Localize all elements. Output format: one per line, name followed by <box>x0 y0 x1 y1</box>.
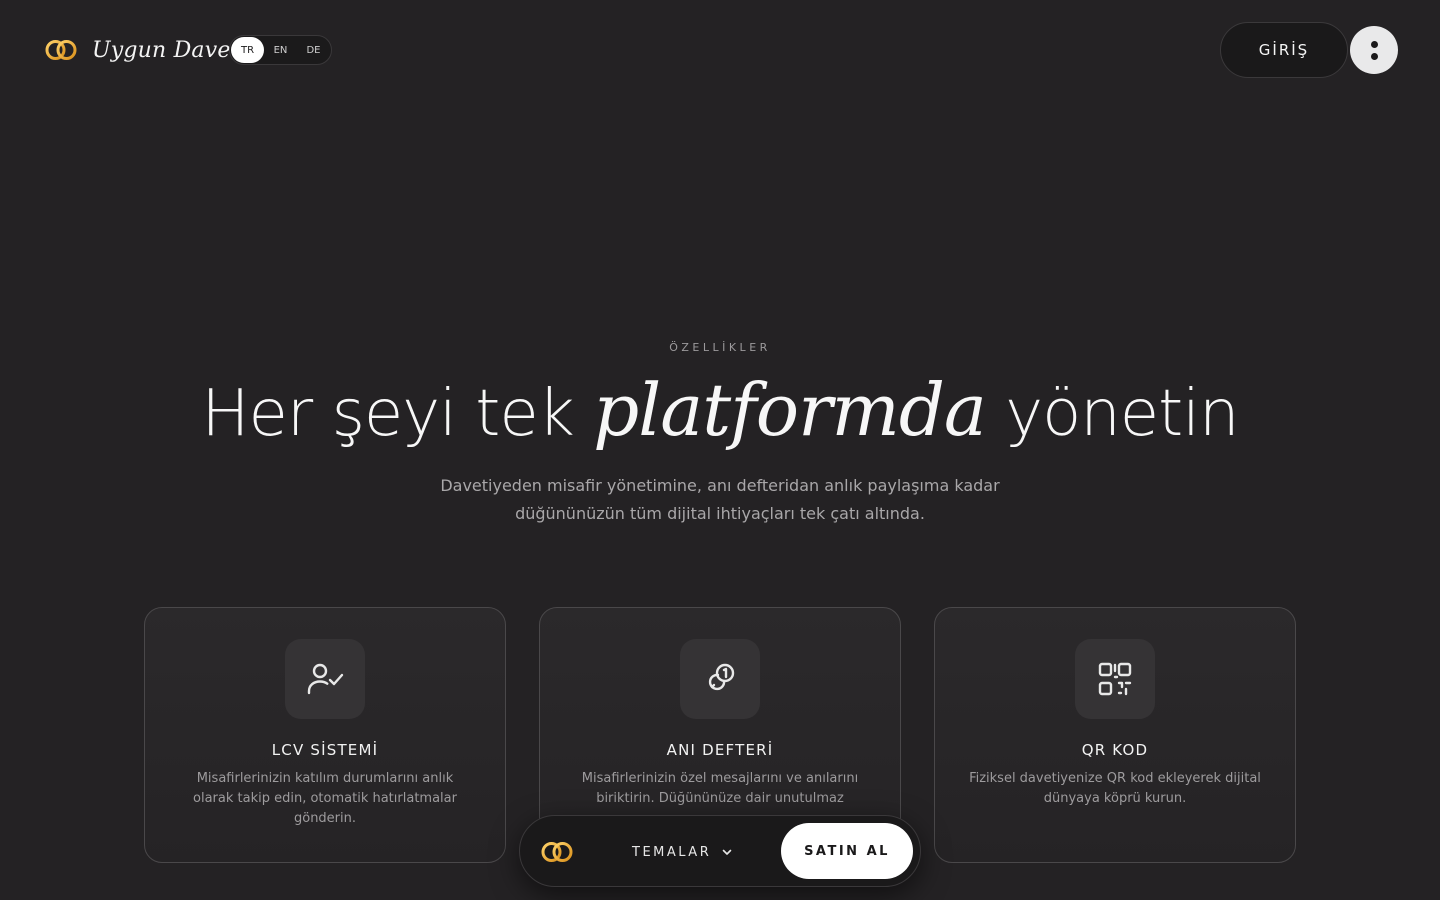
lang-option-en[interactable]: EN <box>264 37 297 63</box>
chevron-down-icon <box>722 849 732 855</box>
page: Uygun Davet TR EN DE GİRİŞ ÖZELLİKLER He… <box>0 0 1440 900</box>
user-check-icon <box>307 663 344 695</box>
hero-title-accent: platformda <box>593 368 987 452</box>
qr-code-icon <box>1098 662 1132 696</box>
feature-card-qr[interactable]: QR KOD Fiziksel davetiyenize QR kod ekle… <box>934 607 1296 863</box>
lang-option-tr[interactable]: TR <box>231 37 264 63</box>
brand-name: Uygun Davet <box>92 37 240 63</box>
themes-label: TEMALAR <box>632 844 712 860</box>
hero-subtitle-line-2: düğününüzün tüm dijital ihtiyaçları tek … <box>515 504 925 523</box>
feature-title: ANI DEFTERİ <box>666 741 774 759</box>
feature-icon-box <box>285 639 365 719</box>
buy-button[interactable]: SATIN AL <box>781 823 913 879</box>
menu-button[interactable] <box>1350 26 1398 74</box>
language-switcher: TR EN DE <box>229 35 332 65</box>
bottom-nav: TEMALAR SATIN AL <box>519 815 921 887</box>
feature-icon-box <box>1075 639 1155 719</box>
section-eyebrow: ÖZELLİKLER <box>669 341 771 354</box>
vertical-dots-icon-dot <box>1370 52 1378 60</box>
hero-title-part-2: yönetin <box>1005 377 1239 451</box>
header: Uygun Davet TR EN DE GİRİŞ <box>0 0 1440 100</box>
lang-option-de[interactable]: DE <box>297 37 330 63</box>
hero-title: Her şeyi tek platformda yönetin <box>0 360 1440 464</box>
vertical-dots-icon <box>1370 40 1378 48</box>
wedding-rings-icon[interactable] <box>540 836 574 868</box>
hero-subtitle: Davetiyeden misafir yönetimine, anı deft… <box>370 472 1070 528</box>
brand[interactable]: Uygun Davet <box>44 34 240 66</box>
feature-title: LCV SİSTEMİ <box>271 741 379 759</box>
feature-title: QR KOD <box>1081 741 1149 759</box>
feature-description: Misafirlerinizin katılım durumlarını anl… <box>193 771 457 826</box>
themes-dropdown[interactable]: TEMALAR <box>632 838 733 866</box>
link-badge-icon <box>708 663 735 691</box>
hero-subtitle-line-1: Davetiyeden misafir yönetimine, anı deft… <box>440 476 1000 495</box>
feature-description: Misafirlerinizin özel mesajlarını ve anı… <box>581 771 859 806</box>
hero-title-part-1: Her şeyi tek <box>201 377 574 451</box>
feature-description: Fiziksel davetiyenize QR kod ekleyerek d… <box>969 771 1261 806</box>
feature-icon-box <box>680 639 760 719</box>
wedding-rings-icon <box>45 40 77 60</box>
feature-card-rsvp[interactable]: LCV SİSTEMİ Misafirlerinizin katılım dur… <box>144 607 506 863</box>
login-button[interactable]: GİRİŞ <box>1220 22 1348 78</box>
